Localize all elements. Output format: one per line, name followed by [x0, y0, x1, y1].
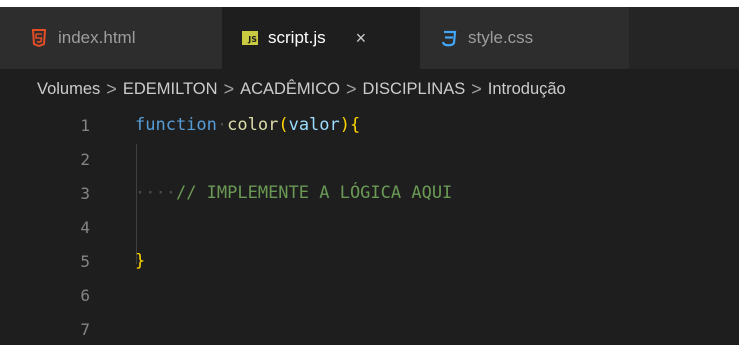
line-number: 6: [80, 285, 90, 305]
code-editor[interactable]: 1 function·color(valor){ 2 3 ····// IMPL…: [0, 108, 739, 345]
code-text: ····// IMPLEMENTE A LÓGICA AQUI: [135, 183, 453, 203]
line-number: 5: [80, 251, 90, 271]
code-text: }: [135, 251, 145, 271]
line-number: 1: [80, 115, 90, 135]
css3-icon: [440, 29, 458, 47]
breadcrumb-item[interactable]: DISCIPLINAS: [363, 80, 466, 99]
line-number: 4: [80, 217, 90, 237]
chevron-right-icon: >: [346, 78, 357, 99]
tab-bar: index.html JS script.js × style.css: [0, 7, 739, 69]
tab-bar-empty-area: [629, 7, 739, 69]
code-line[interactable]: 5 }: [0, 244, 739, 278]
code-line[interactable]: 2: [0, 142, 739, 176]
code-line[interactable]: 6: [0, 278, 739, 312]
line-number: 3: [80, 183, 90, 203]
tab-label: index.html: [58, 28, 136, 47]
tab-index-html[interactable]: index.html: [0, 7, 222, 69]
breadcrumb-item[interactable]: EDEMILTON: [123, 80, 218, 99]
breadcrumb-item[interactable]: Introdução: [488, 80, 566, 99]
chevron-right-icon: >: [106, 78, 117, 99]
js-badge: JS: [242, 31, 258, 45]
html5-icon: [30, 29, 48, 47]
code-text: function·color(valor){: [135, 115, 361, 135]
editor-window: index.html JS script.js × style.css Volu…: [0, 7, 739, 345]
paren-token: ): [339, 115, 351, 135]
code-line[interactable]: 1 function·color(valor){: [0, 108, 739, 142]
keyword-token: function: [135, 115, 217, 135]
brace-token: }: [135, 251, 146, 271]
code-line[interactable]: 4: [0, 210, 739, 244]
tab-label: style.css: [468, 28, 534, 47]
code-line[interactable]: 3 ····// IMPLEMENTE A LÓGICA AQUI: [0, 176, 739, 210]
tab-script-js[interactable]: JS script.js ×: [222, 7, 420, 69]
breadcrumb-item[interactable]: Volumes: [37, 80, 100, 99]
paren-token: (: [278, 115, 289, 135]
chevron-right-icon: >: [471, 78, 482, 99]
line-number: 2: [80, 149, 90, 169]
brace-token: {: [350, 115, 361, 135]
breadcrumb-item[interactable]: ACADÊMICO: [240, 80, 340, 99]
breadcrumb: Volumes > EDEMILTON > ACADÊMICO > DISCIP…: [37, 77, 566, 101]
line-number: 7: [80, 319, 90, 339]
code-line[interactable]: 7: [0, 312, 739, 345]
chevron-right-icon: >: [223, 78, 235, 99]
comment-token: // IMPLEMENTE A LÓGICA AQUI: [175, 183, 453, 203]
function-name-token: color: [227, 115, 279, 135]
param-token: valor: [288, 115, 340, 135]
tab-style-css[interactable]: style.css: [420, 7, 629, 69]
js-icon: JS: [242, 31, 258, 45]
close-tab-icon[interactable]: ×: [356, 28, 367, 49]
tab-label: script.js: [268, 28, 326, 47]
